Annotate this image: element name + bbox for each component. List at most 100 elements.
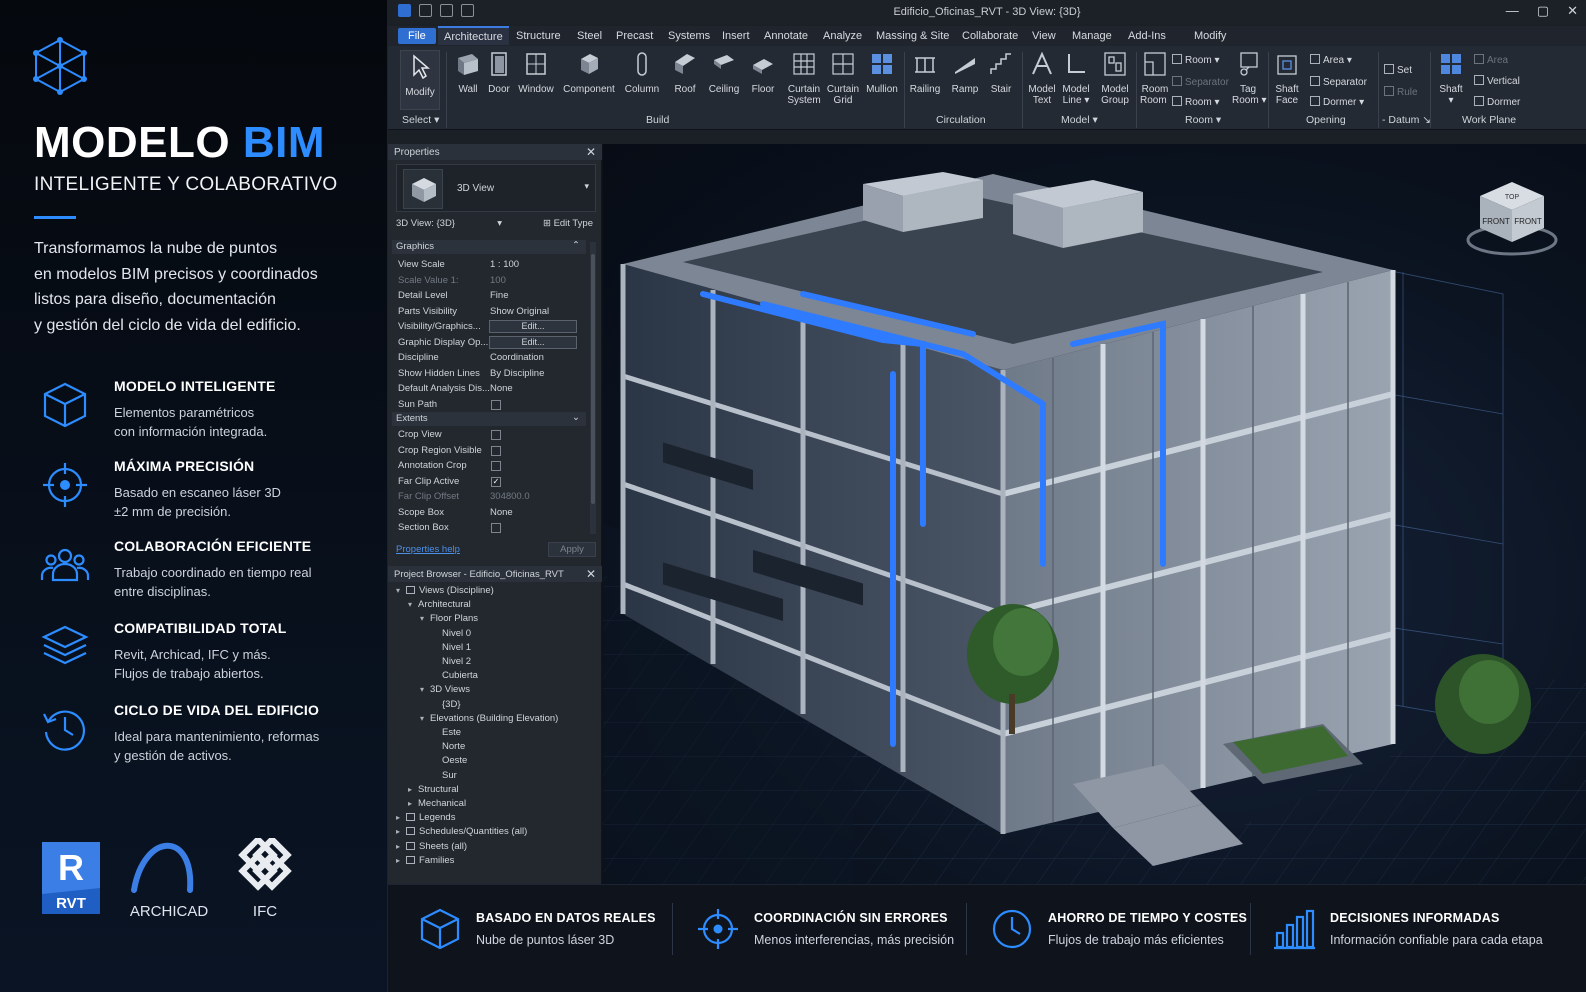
tab-precast[interactable]: Precast [610, 28, 659, 44]
browser-tree-item[interactable]: {3D} [432, 699, 461, 712]
property-checkbox[interactable]: ✓ [491, 476, 501, 487]
browser-tree-item[interactable]: Norte [432, 741, 465, 754]
browser-tree-item[interactable]: ▸ Sheets (all) [396, 841, 467, 854]
tab-annotate[interactable]: Annotate [758, 28, 814, 44]
browser-tree-item[interactable]: ▸ Families [396, 855, 454, 868]
group-datum[interactable]: - Datum ↘ [1382, 114, 1431, 126]
type-selector[interactable]: 3D View ▾ [396, 164, 596, 212]
tab-systems[interactable]: Systems [662, 28, 716, 44]
tab-file[interactable]: File [398, 28, 436, 44]
chevron-right-icon[interactable]: ▸ [396, 856, 406, 865]
area-button[interactable]: Area ▾ [1310, 54, 1352, 66]
tab-steel[interactable]: Steel [571, 28, 608, 44]
section-extents[interactable]: Extents ⌄ [392, 412, 586, 426]
browser-tree-item[interactable]: Cubierta [432, 670, 478, 683]
room-separator-button[interactable]: Separator [1172, 76, 1229, 88]
chevron-down-icon[interactable]: ▾ [420, 685, 430, 694]
chevron-down-icon[interactable]: ▾ [420, 614, 430, 623]
group-model[interactable]: Model ▾ [1061, 114, 1098, 126]
apply-button[interactable]: Apply [548, 542, 596, 557]
room-small-button[interactable]: Room ▾ [1172, 54, 1220, 66]
property-value[interactable]: 100 [490, 275, 506, 286]
chevron-right-icon[interactable]: ▸ [396, 827, 406, 836]
tab-architecture[interactable]: Architecture [438, 26, 509, 45]
edit-type-button[interactable]: ⊞ Edit Type [543, 218, 593, 229]
model-group-button[interactable]: Model Group [1098, 50, 1132, 106]
chevron-down-icon[interactable]: ▾ [408, 600, 418, 609]
property-checkbox[interactable] [491, 461, 501, 471]
browser-tree-item[interactable]: Sur [432, 770, 457, 783]
browser-tree-item[interactable]: ▾ Floor Plans [420, 613, 478, 626]
browser-tree-item[interactable]: ▸ Legends [396, 812, 455, 825]
property-value[interactable]: None [490, 383, 513, 394]
section-graphics[interactable]: Graphics ⌃ [392, 240, 586, 254]
properties-help-link[interactable]: Properties help [396, 544, 460, 555]
tag-room-button[interactable]: Tag Room ▾ [1232, 50, 1267, 106]
maximize-icon[interactable]: ▢ [1537, 3, 1549, 19]
floor-button[interactable]: Floor [748, 50, 778, 95]
property-checkbox[interactable] [491, 523, 501, 533]
ceiling-button[interactable]: Ceiling [706, 50, 742, 95]
area-disabled-button[interactable]: Area [1474, 54, 1508, 66]
railing-button[interactable]: Railing [908, 50, 942, 95]
tab-insert[interactable]: Insert [716, 28, 756, 44]
browser-tree-item[interactable]: ▸ Mechanical [408, 798, 466, 811]
property-checkbox[interactable] [491, 430, 501, 440]
close-icon[interactable]: ✕ [586, 567, 596, 581]
chevron-down-icon[interactable]: ▾ [420, 714, 430, 723]
browser-tree-item[interactable]: ▾ Architectural [408, 599, 471, 612]
properties-scrollbar[interactable] [590, 242, 596, 534]
browser-tree-item[interactable]: Nivel 2 [432, 656, 471, 669]
stair-button[interactable]: Stair [986, 50, 1016, 95]
browser-tree-item[interactable]: Nivel 1 [432, 642, 471, 655]
chevron-right-icon[interactable]: ▸ [408, 785, 418, 794]
property-edit-button[interactable]: Edit... [489, 335, 577, 349]
column-button[interactable]: Column [624, 50, 660, 95]
tab-structure[interactable]: Structure [510, 28, 567, 44]
curtain-system-button[interactable]: Curtain System [786, 50, 822, 106]
roof-button[interactable]: Roof [670, 50, 700, 95]
shaft-button[interactable]: Shaft ▾ [1434, 50, 1468, 106]
tab-massing-site[interactable]: Massing & Site [870, 28, 955, 44]
minimize-icon[interactable]: — [1506, 3, 1519, 19]
property-value[interactable]: 304800.0 [490, 491, 530, 502]
room-tag-small-button[interactable]: Room ▾ [1172, 96, 1220, 108]
3d-viewport[interactable]: TOP FRONT FRONT [602, 144, 1586, 884]
close-icon[interactable]: ✕ [1567, 3, 1578, 19]
tab-add-ins[interactable]: Add-Ins [1122, 28, 1172, 44]
wall-button[interactable]: Wall [452, 50, 484, 95]
mullion-button[interactable]: Mullion [864, 50, 900, 95]
browser-tree-item[interactable]: Oeste [432, 755, 467, 768]
shaft-face-button[interactable]: Shaft Face [1272, 50, 1302, 106]
component-button[interactable]: Component [562, 50, 616, 95]
property-value[interactable]: Fine [490, 290, 508, 301]
browser-tree-item[interactable]: ▾ Elevations (Building Elevation) [420, 713, 558, 726]
chevron-right-icon[interactable]: ▸ [396, 813, 406, 822]
close-icon[interactable]: ✕ [586, 145, 596, 159]
browser-tree-item[interactable]: Este [432, 727, 461, 740]
chevron-right-icon[interactable]: ▸ [408, 799, 418, 808]
property-checkbox[interactable] [491, 399, 501, 410]
property-edit-button[interactable]: Edit... [489, 320, 577, 333]
browser-tree-item[interactable]: ▾ 3D Views [420, 684, 470, 697]
browser-tree-item[interactable]: Nivel 0 [432, 628, 471, 641]
set-button[interactable]: Set [1384, 64, 1412, 76]
tab-analyze[interactable]: Analyze [817, 28, 868, 44]
ramp-button[interactable]: Ramp [950, 50, 980, 95]
tab-collaborate[interactable]: Collaborate [956, 28, 1024, 44]
browser-tree-item[interactable]: ▸ Schedules/Quantities (all) [396, 826, 527, 839]
property-value[interactable]: Coordination [490, 352, 544, 363]
dormer-button[interactable]: Dormer ▾ [1310, 96, 1364, 108]
property-value[interactable]: None [490, 507, 513, 518]
vertical-button[interactable]: Vertical [1474, 75, 1520, 87]
model-line-button[interactable]: Model Line ▾ [1060, 50, 1092, 106]
view-cube[interactable]: TOP FRONT FRONT [1466, 178, 1558, 258]
area-separator-button[interactable]: Separator [1310, 76, 1367, 88]
browser-tree-item[interactable]: ▸ Structural [408, 784, 459, 797]
group-room[interactable]: Room ▾ [1185, 114, 1221, 126]
tab-modify[interactable]: Modify [1188, 28, 1232, 44]
property-value[interactable]: By Discipline [490, 368, 544, 379]
chevron-right-icon[interactable]: ▸ [396, 842, 406, 851]
window-button[interactable]: Window [518, 50, 554, 95]
property-value[interactable]: Show Original [490, 306, 549, 317]
